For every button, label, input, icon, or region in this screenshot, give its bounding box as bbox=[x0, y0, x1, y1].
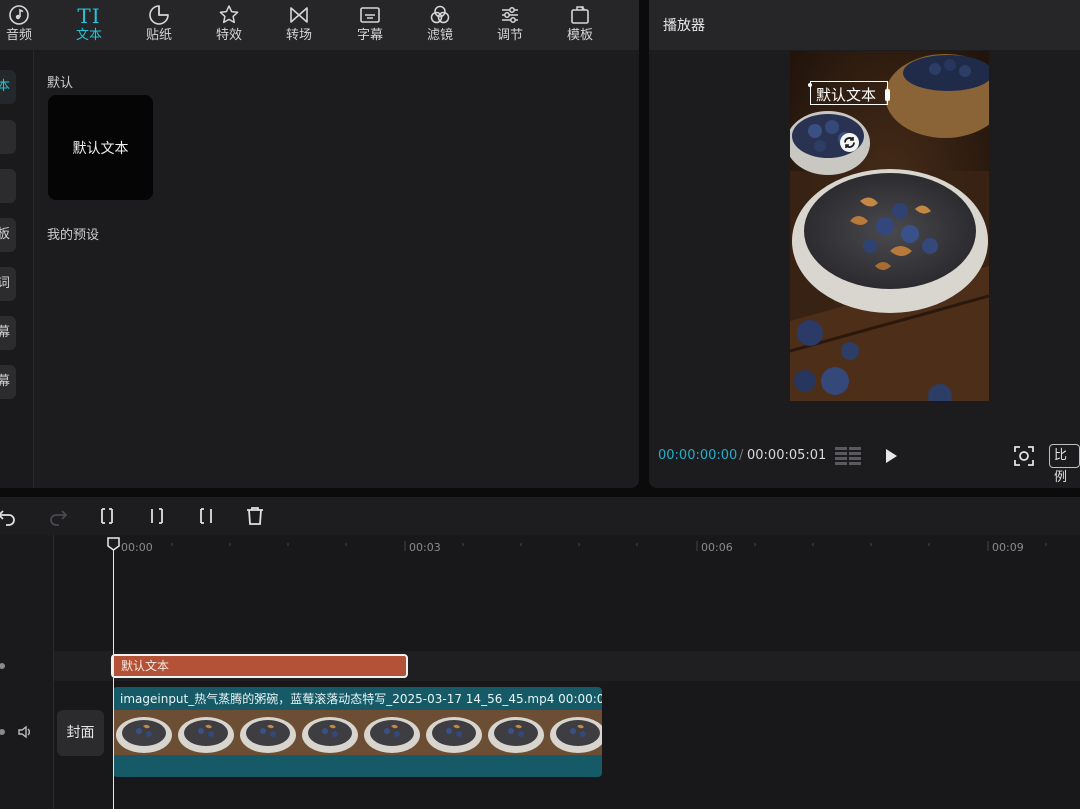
sidebar-tab-words[interactable]: 词 bbox=[0, 267, 16, 301]
ratio-button[interactable]: 比例 bbox=[1049, 444, 1080, 485]
tab-subtitle[interactable]: 字幕 bbox=[340, 2, 400, 48]
tab-label: 转场 bbox=[285, 28, 312, 43]
tab-transition[interactable]: 转场 bbox=[269, 2, 329, 48]
tab-effects[interactable]: 特效 bbox=[199, 2, 259, 48]
timeline-ruler[interactable] bbox=[54, 535, 1080, 557]
cover-button[interactable]: 封面 bbox=[57, 710, 104, 756]
video-preview[interactable]: 默认文本 bbox=[790, 51, 989, 401]
tab-label: 模板 bbox=[566, 28, 593, 43]
tab-sticker[interactable]: 贴纸 bbox=[129, 2, 189, 48]
video-thumbnail bbox=[485, 710, 547, 755]
tab-label: 文本 bbox=[75, 28, 102, 43]
adjust-sliders-icon bbox=[480, 4, 540, 28]
selection-handle-icon[interactable] bbox=[808, 83, 812, 87]
resize-handle-icon[interactable] bbox=[885, 89, 890, 101]
track-header-column bbox=[0, 535, 54, 809]
sidebar-tab-template[interactable]: 板 bbox=[0, 218, 16, 252]
player-title: 播放器 bbox=[663, 18, 705, 34]
video-thumbnail bbox=[113, 710, 175, 755]
tab-label: 字幕 bbox=[356, 28, 383, 43]
ruler-label: 00:09 bbox=[992, 541, 1024, 554]
sidebar-tab-text[interactable]: 本 bbox=[0, 70, 16, 104]
playhead-handle-icon[interactable] bbox=[107, 536, 120, 551]
video-clip-label: imageinput_热气蒸腾的粥碗，蓝莓滚落动态特写_2025-03-17 1… bbox=[120, 692, 602, 706]
transition-bowtie-icon bbox=[269, 4, 329, 28]
sidebar-tab[interactable] bbox=[0, 169, 16, 203]
tab-template[interactable]: 模板 bbox=[550, 2, 610, 48]
tab-text[interactable]: TI 文本 bbox=[59, 2, 119, 48]
media-toolbar: 音频 TI 文本 贴纸 特效 转场 字幕 滤镜 调节 模板 bbox=[0, 0, 639, 50]
my-presets-label: 我的预设 bbox=[47, 228, 100, 243]
tab-label: 音频 bbox=[5, 28, 32, 43]
player-panel: 播放器 默认文本 00:00:00:00 / 00:00:05:01 比例 bbox=[649, 0, 1080, 488]
filter-circles-icon bbox=[410, 4, 470, 28]
split-left-icon[interactable] bbox=[146, 505, 168, 527]
music-note-icon bbox=[0, 4, 49, 28]
tab-audio[interactable]: 音频 bbox=[0, 2, 49, 48]
video-thumbnail bbox=[299, 710, 361, 755]
volume-icon[interactable] bbox=[16, 723, 32, 739]
sticker-icon bbox=[129, 4, 189, 28]
tab-label: 特效 bbox=[215, 28, 242, 43]
sidebar-tab-captions-2[interactable]: 幕 bbox=[0, 365, 16, 399]
video-thumbnail bbox=[361, 710, 423, 755]
sidebar-tab-captions[interactable]: 幕 bbox=[0, 316, 16, 350]
fullscreen-fit-icon[interactable] bbox=[1012, 444, 1036, 468]
text-overlay[interactable]: 默认文本 bbox=[816, 84, 876, 105]
video-thumbnail bbox=[547, 710, 602, 755]
frame-grid-icon[interactable] bbox=[835, 446, 861, 466]
template-icon bbox=[550, 4, 610, 28]
text-track-lock-icon[interactable] bbox=[0, 658, 10, 674]
rotate-handle-icon[interactable] bbox=[840, 133, 859, 152]
text-clip[interactable]: 默认文本 bbox=[111, 654, 408, 678]
video-thumbnail bbox=[175, 710, 237, 755]
tab-adjust[interactable]: 调节 bbox=[480, 2, 540, 48]
tab-label: 调节 bbox=[496, 28, 523, 43]
ruler-label: 00:03 bbox=[409, 541, 441, 554]
text-category-sidebar: 本 板 词 幕 幕 bbox=[0, 50, 34, 488]
ruler-label: 00:00 bbox=[121, 541, 153, 554]
tab-label: 贴纸 bbox=[145, 28, 172, 43]
player-header: 播放器 bbox=[649, 0, 1080, 50]
total-time: 00:00:05:01 bbox=[747, 448, 827, 463]
default-text-preset[interactable]: 默认文本 bbox=[48, 95, 153, 200]
split-right-icon[interactable] bbox=[195, 505, 217, 527]
text-ti-icon: TI bbox=[77, 4, 101, 28]
tab-filter[interactable]: 滤镜 bbox=[410, 2, 470, 48]
undo-icon[interactable] bbox=[0, 505, 18, 527]
subtitle-icon bbox=[340, 4, 400, 28]
play-icon[interactable] bbox=[881, 446, 901, 466]
video-thumbnail bbox=[237, 710, 299, 755]
split-icon[interactable] bbox=[96, 505, 118, 527]
video-thumbnail bbox=[423, 710, 485, 755]
ruler-label: 00:06 bbox=[701, 541, 733, 554]
sidebar-tab[interactable] bbox=[0, 120, 16, 154]
effects-star-icon bbox=[199, 4, 259, 28]
default-section-label: 默认 bbox=[47, 76, 74, 91]
playhead-line[interactable] bbox=[113, 540, 114, 809]
delete-icon[interactable] bbox=[244, 505, 266, 527]
tab-label: 滤镜 bbox=[426, 28, 453, 43]
timeline-toolbar bbox=[0, 497, 1080, 535]
media-panel: 音频 TI 文本 贴纸 特效 转场 字幕 滤镜 调节 模板 本 板 词 幕 幕 … bbox=[0, 0, 639, 488]
time-divider: / bbox=[739, 448, 744, 463]
video-clip[interactable]: imageinput_热气蒸腾的粥碗，蓝莓滚落动态特写_2025-03-17 1… bbox=[113, 687, 602, 777]
current-time: 00:00:00:00 bbox=[658, 448, 738, 463]
redo-icon[interactable] bbox=[47, 505, 69, 527]
video-track-lock-icon[interactable] bbox=[0, 724, 10, 740]
